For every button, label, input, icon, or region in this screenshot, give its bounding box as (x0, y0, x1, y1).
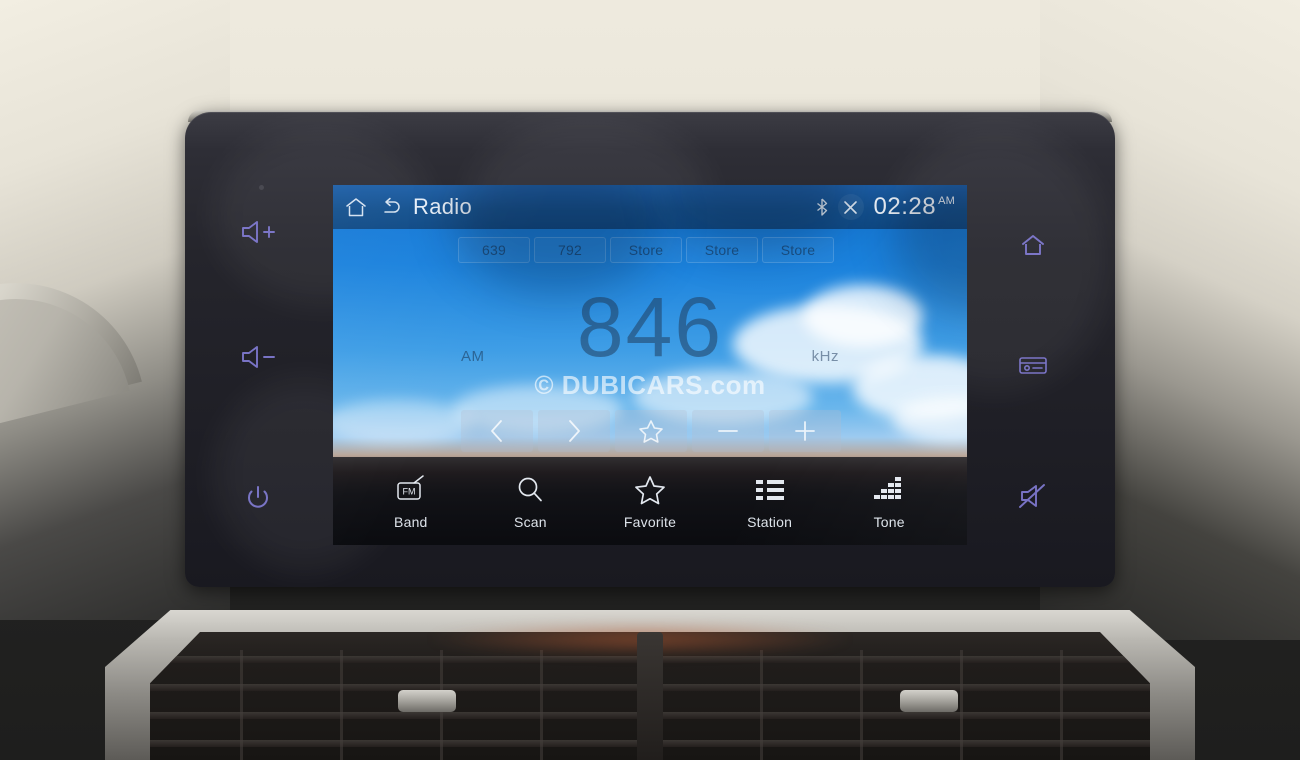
bottom-navigation-bar: FM Band Scan Favorite Station Tone (333, 457, 967, 545)
vent-direction-knob-right[interactable] (900, 690, 958, 712)
nav-item-scan[interactable]: Scan (484, 473, 576, 530)
cloud-shape (333, 400, 473, 444)
microphone-pinhole (259, 185, 264, 190)
home-icon[interactable] (345, 197, 367, 218)
volume-down-button[interactable] (236, 340, 284, 374)
nav-label-station: Station (747, 513, 793, 530)
preset-button-4[interactable]: Store (686, 237, 758, 263)
preset-button-3[interactable]: Store (610, 237, 682, 263)
vent-fin (760, 650, 763, 760)
infotainment-screen[interactable]: Radio 02:28 AM 639 792 Store Store Store… (333, 185, 967, 545)
page-title: Radio (413, 194, 472, 219)
vent-center-divider (637, 632, 663, 760)
frequency-unit-label: kHz (811, 348, 839, 365)
seek-up-button[interactable] (538, 410, 610, 452)
vent-direction-knob-left[interactable] (398, 690, 456, 712)
nav-label-band: Band (394, 513, 428, 530)
power-button[interactable] (238, 478, 278, 518)
nav-item-tone[interactable]: Tone (843, 473, 935, 530)
media-hardware-button[interactable] (1014, 348, 1052, 382)
volume-up-button[interactable] (236, 215, 284, 249)
seek-down-button[interactable] (461, 410, 533, 452)
favorite-toggle-button[interactable] (615, 410, 687, 452)
vent-fin (540, 650, 543, 760)
preset-button-row: 639 792 Store Store Store (458, 237, 834, 263)
tune-up-button[interactable] (769, 410, 841, 452)
back-arrow-icon[interactable] (381, 197, 403, 217)
clock: 02:28 AM (874, 193, 955, 221)
nav-label-tone: Tone (873, 513, 905, 530)
svg-text:FM: FM (402, 486, 415, 496)
frequency-display: 846 AM kHz (333, 285, 967, 385)
vent-fin (960, 650, 963, 760)
vent-fin (240, 650, 243, 760)
tuner-control-row (461, 410, 841, 452)
preset-button-5[interactable]: Store (762, 237, 834, 263)
star-outline-icon (634, 473, 666, 507)
steering-wheel (0, 255, 142, 445)
fm-radio-icon: FM (394, 473, 428, 507)
clock-time: 02:28 (873, 193, 937, 220)
clock-meridiem: AM (938, 195, 955, 207)
preset-button-1[interactable]: 639 (458, 237, 530, 263)
home-hardware-button[interactable] (1012, 228, 1054, 262)
list-icon (754, 473, 786, 507)
vent-fin (860, 650, 863, 760)
preset-button-2[interactable]: 792 (534, 237, 606, 263)
status-bar: Radio 02:28 AM (333, 185, 967, 229)
nav-item-favorite[interactable]: Favorite (604, 473, 696, 530)
mute-hardware-button[interactable] (1012, 478, 1054, 514)
nav-item-band[interactable]: FM Band (365, 473, 457, 530)
equalizer-icon (872, 473, 906, 507)
nav-item-station[interactable]: Station (724, 473, 816, 530)
vent-fin (340, 650, 343, 760)
frequency-value: 846 (576, 280, 724, 374)
vent-fin (1060, 650, 1063, 760)
bluetooth-icon (816, 198, 828, 216)
nav-label-scan: Scan (514, 513, 547, 530)
band-label: AM (461, 348, 485, 365)
nav-label-favorite: Favorite (623, 513, 677, 530)
search-icon (515, 473, 545, 507)
close-x-icon[interactable] (837, 194, 864, 220)
tune-down-button[interactable] (692, 410, 764, 452)
status-bar-right-group: 02:28 AM (816, 193, 955, 221)
car-dashboard: Radio 02:28 AM 639 792 Store Store Store… (0, 0, 1300, 760)
